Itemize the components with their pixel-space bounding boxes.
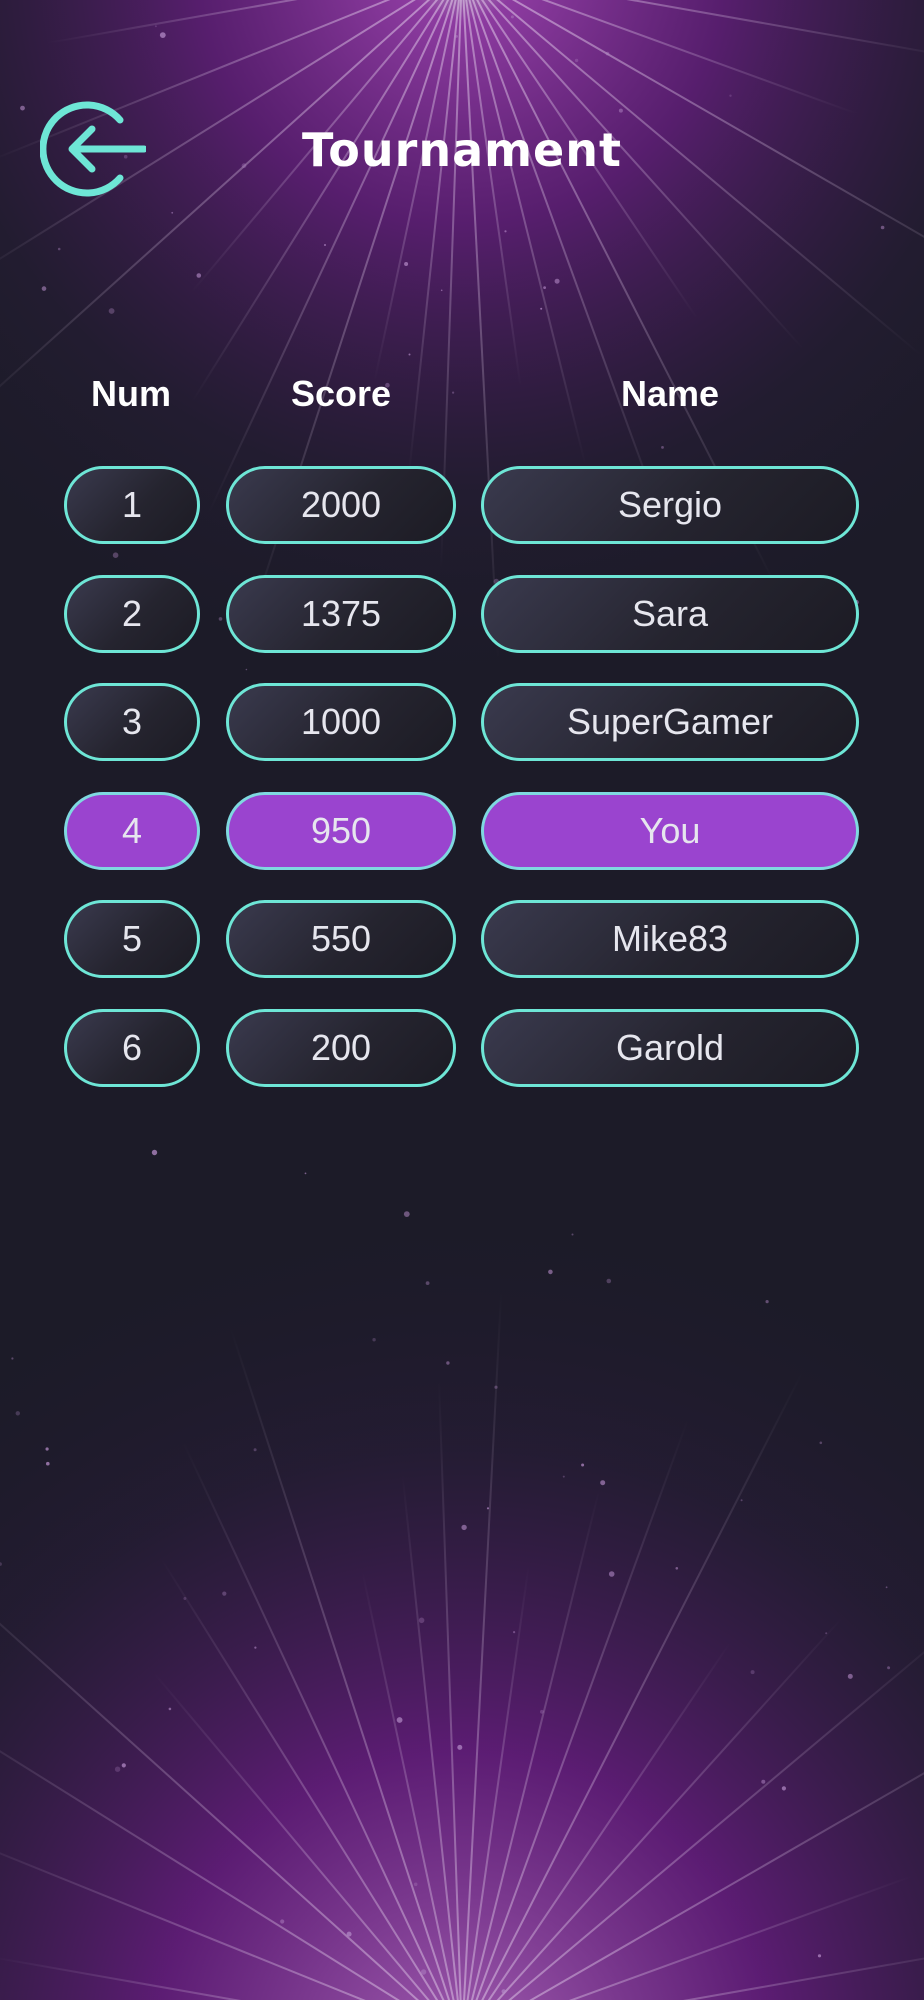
page-title: Tournament: [302, 123, 622, 177]
score-cell: 1375: [226, 574, 456, 653]
rank-cell: 3: [64, 683, 200, 761]
player-name-cell: Sergio: [481, 466, 859, 544]
player-name-cell: Sara: [481, 574, 859, 653]
score-cell: 1000: [226, 683, 456, 761]
leaderboard-table: Num Score Name 1 2000 Sergio 2 1375 Sara…: [0, 360, 924, 1087]
rank-cell: 6: [64, 1008, 200, 1087]
score-cell: 2000: [226, 466, 456, 544]
table-row[interactable]: 2 1375 Sara: [0, 574, 924, 659]
score-cell: 550: [226, 900, 456, 978]
header: Tournament: [0, 0, 924, 300]
player-name-cell: Mike83: [481, 900, 859, 978]
score-cell: 200: [226, 1008, 456, 1087]
table-row[interactable]: 6 200 Garold: [0, 1008, 924, 1093]
player-name-cell: Garold: [481, 1008, 859, 1087]
rank-cell: 5: [64, 900, 200, 978]
table-header: Num Score Name: [0, 360, 924, 430]
table-row-current-player[interactable]: 4 950 You: [0, 791, 924, 876]
column-header-num: Num: [91, 373, 171, 414]
score-cell: 950: [226, 791, 456, 870]
player-name-cell: You: [481, 791, 859, 870]
column-header-name: Name: [620, 373, 720, 414]
rank-cell: 1: [64, 466, 200, 544]
column-header-score: Score: [290, 373, 392, 414]
table-row[interactable]: 1 2000 Sergio: [0, 466, 924, 550]
player-name-cell: SuperGamer: [481, 683, 859, 761]
rank-cell: 4: [64, 791, 200, 870]
rank-cell: 2: [64, 574, 200, 653]
table-rows: 1 2000 Sergio 2 1375 Sara 3 1000 SuperGa…: [0, 466, 924, 1117]
table-row[interactable]: 5 550 Mike83: [0, 900, 924, 984]
table-row[interactable]: 3 1000 SuperGamer: [0, 683, 924, 767]
